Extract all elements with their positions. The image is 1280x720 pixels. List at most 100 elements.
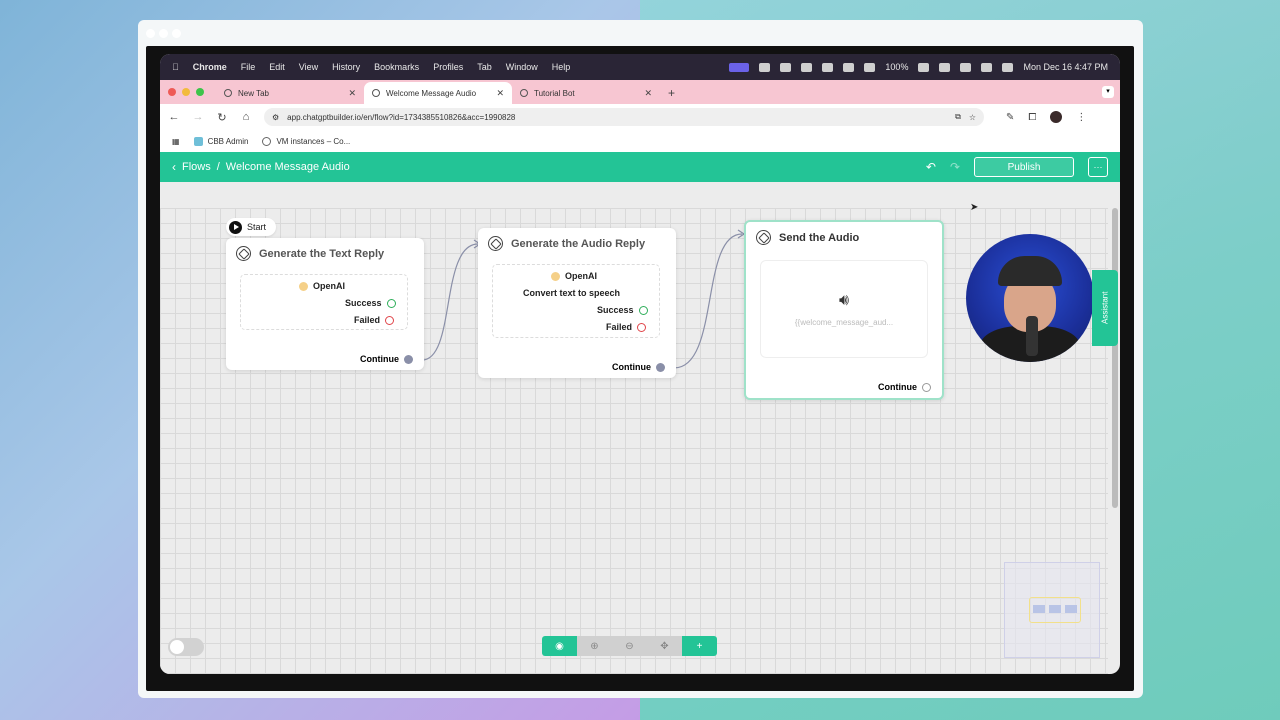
mode-toggle[interactable] [168,638,204,656]
window-dot-2[interactable] [159,28,168,38]
minimize-window-button[interactable] [182,88,190,96]
continue-port[interactable] [922,382,931,392]
success-port[interactable] [638,305,648,315]
failed-port[interactable] [637,322,647,332]
window-dot-3[interactable] [172,28,181,38]
more-options-button[interactable]: ··· [1088,157,1108,177]
minimap[interactable] [1004,562,1100,658]
header-actions: ↶ ↷ Publish ··· [926,157,1108,177]
audio-variable: {{welcome_message_aud... [794,317,894,327]
battery-icon[interactable] [918,62,930,72]
continue-port[interactable] [656,362,665,372]
menu-view[interactable]: View [299,62,318,72]
home-icon[interactable]: ⌂ [240,111,252,123]
reload-icon[interactable]: ↻ [216,111,228,124]
user-icon[interactable] [864,62,876,72]
bookmarks-bar: ▦ CBB Admin VM instances – Co... [160,130,1120,152]
address-bar[interactable]: ⚙ app.chatgptbuilder.io/en/flow?id=17343… [264,108,984,126]
redo-icon[interactable]: ↷ [950,160,960,174]
node-title: Send the Audio [779,231,860,244]
audio-message-card[interactable]: 🔊︎ {{welcome_message_aud... [760,260,928,358]
chevron-left-icon[interactable]: ‹ [172,160,176,174]
flow-header: ‹ Flows / Welcome Message Audio ↶ ↷ Publ… [160,152,1120,182]
zoom-in-button[interactable]: ⊕ [577,636,612,656]
siri-icon[interactable] [1002,62,1014,72]
menu-help[interactable]: Help [552,62,571,72]
add-node-button[interactable]: + [682,636,717,656]
status-icon[interactable] [822,62,834,72]
profile-avatar[interactable] [1050,111,1063,123]
browser-toolbar: ← → ↻ ⌂ ⚙ app.chatgptbuilder.io/en/flow?… [160,104,1120,130]
menubar-app-name[interactable]: Chrome [193,62,227,72]
open-in-icon[interactable]: ⧉ [955,112,961,122]
bookmark-cbb-admin[interactable]: CBB Admin [193,136,248,146]
canvas-scrollbar[interactable] [1112,208,1118,508]
bookmark-star-icon[interactable]: ☆ [969,113,976,122]
play-icon [229,220,242,234]
failed-port[interactable] [385,315,395,325]
fit-view-button[interactable]: ✥ [647,636,682,656]
provider-label: OpenAI [313,281,346,291]
success-port[interactable] [386,298,396,308]
failed-label: Failed [606,322,633,332]
new-tab-button[interactable]: + [660,82,683,104]
status-icon[interactable] [780,62,792,72]
success-label: Success [597,305,634,315]
tab-new-tab[interactable]: New Tab ✕ [216,82,364,104]
status-icon[interactable] [843,62,855,72]
apple-icon[interactable]:  [172,62,179,72]
tab-search-chevron-icon[interactable]: ▾ [1102,86,1114,98]
microphone-icon [1026,316,1038,356]
menu-history[interactable]: History [332,62,360,72]
openai-logo-icon [488,236,503,251]
bookmark-vm-instances[interactable]: VM instances – Co... [262,136,350,146]
menu-tab[interactable]: Tab [477,62,492,72]
preview-eye-button[interactable]: ◉ [542,636,577,656]
menu-bookmarks[interactable]: Bookmarks [374,62,419,72]
close-window-button[interactable] [168,88,176,96]
close-tab-icon[interactable]: ✕ [644,88,652,99]
back-arrow-icon[interactable]: ← [168,111,180,123]
menu-edit[interactable]: Edit [269,62,285,72]
url-text: app.chatgptbuilder.io/en/flow?id=1734385… [287,112,516,122]
tab-welcome-message-audio[interactable]: Welcome Message Audio ✕ [364,82,512,104]
undo-icon[interactable]: ↶ [926,160,936,174]
clock[interactable]: Mon Dec 16 4:47 PM [1023,62,1108,72]
traffic-lights [168,80,204,104]
close-tab-icon[interactable]: ✕ [348,88,356,99]
close-tab-icon[interactable]: ✕ [496,88,504,99]
continue-row: Continue [612,362,665,372]
control-center-icon[interactable] [981,62,993,72]
openai-action-box[interactable]: OpenAI Convert text to speech Success Fa… [492,264,660,338]
tab-tutorial-bot[interactable]: Tutorial Bot ✕ [512,82,660,104]
start-node[interactable]: Start [226,218,276,236]
menu-kebab-icon[interactable]: ⋮ [1076,112,1086,123]
node-send-the-audio[interactable]: Send the Audio 🔊︎ {{welcome_message_aud.… [744,220,944,400]
continue-port[interactable] [404,354,413,364]
zoom-window-button[interactable] [196,88,204,96]
assistant-tab[interactable]: Assistant [1092,270,1118,346]
menu-profiles[interactable]: Profiles [433,62,463,72]
search-icon[interactable] [960,62,972,72]
node-generate-audio-reply[interactable]: Generate the Audio Reply OpenAI Convert … [478,228,676,378]
breadcrumb-flows[interactable]: Flows [182,161,211,173]
openai-action-box[interactable]: OpenAI Success Failed [240,274,408,330]
menu-file[interactable]: File [241,62,256,72]
node-generate-text-reply[interactable]: Generate the Text Reply OpenAI Success F… [226,238,424,370]
menu-window[interactable]: Window [506,62,538,72]
success-row: Success [597,305,648,315]
extensions-icon[interactable]: ⧠ [1028,112,1036,123]
publish-button[interactable]: Publish [974,157,1074,177]
gear-icon[interactable] [801,62,813,72]
toolbar-right: ✎ ⧠ ⋮ [1006,111,1086,123]
apps-grid-icon[interactable]: ▦ [172,137,180,146]
zoom-out-button[interactable]: ⊖ [612,636,647,656]
mouse-cursor-icon: ➤ [970,202,979,213]
screen-record-icon[interactable] [729,62,750,72]
window-dot-1[interactable] [146,28,155,38]
site-settings-icon[interactable]: ⚙ [272,113,279,122]
status-icon[interactable] [759,62,771,72]
wifi-icon[interactable] [939,62,951,72]
forward-arrow-icon[interactable]: → [192,111,204,123]
pen-icon[interactable]: ✎ [1006,112,1014,123]
